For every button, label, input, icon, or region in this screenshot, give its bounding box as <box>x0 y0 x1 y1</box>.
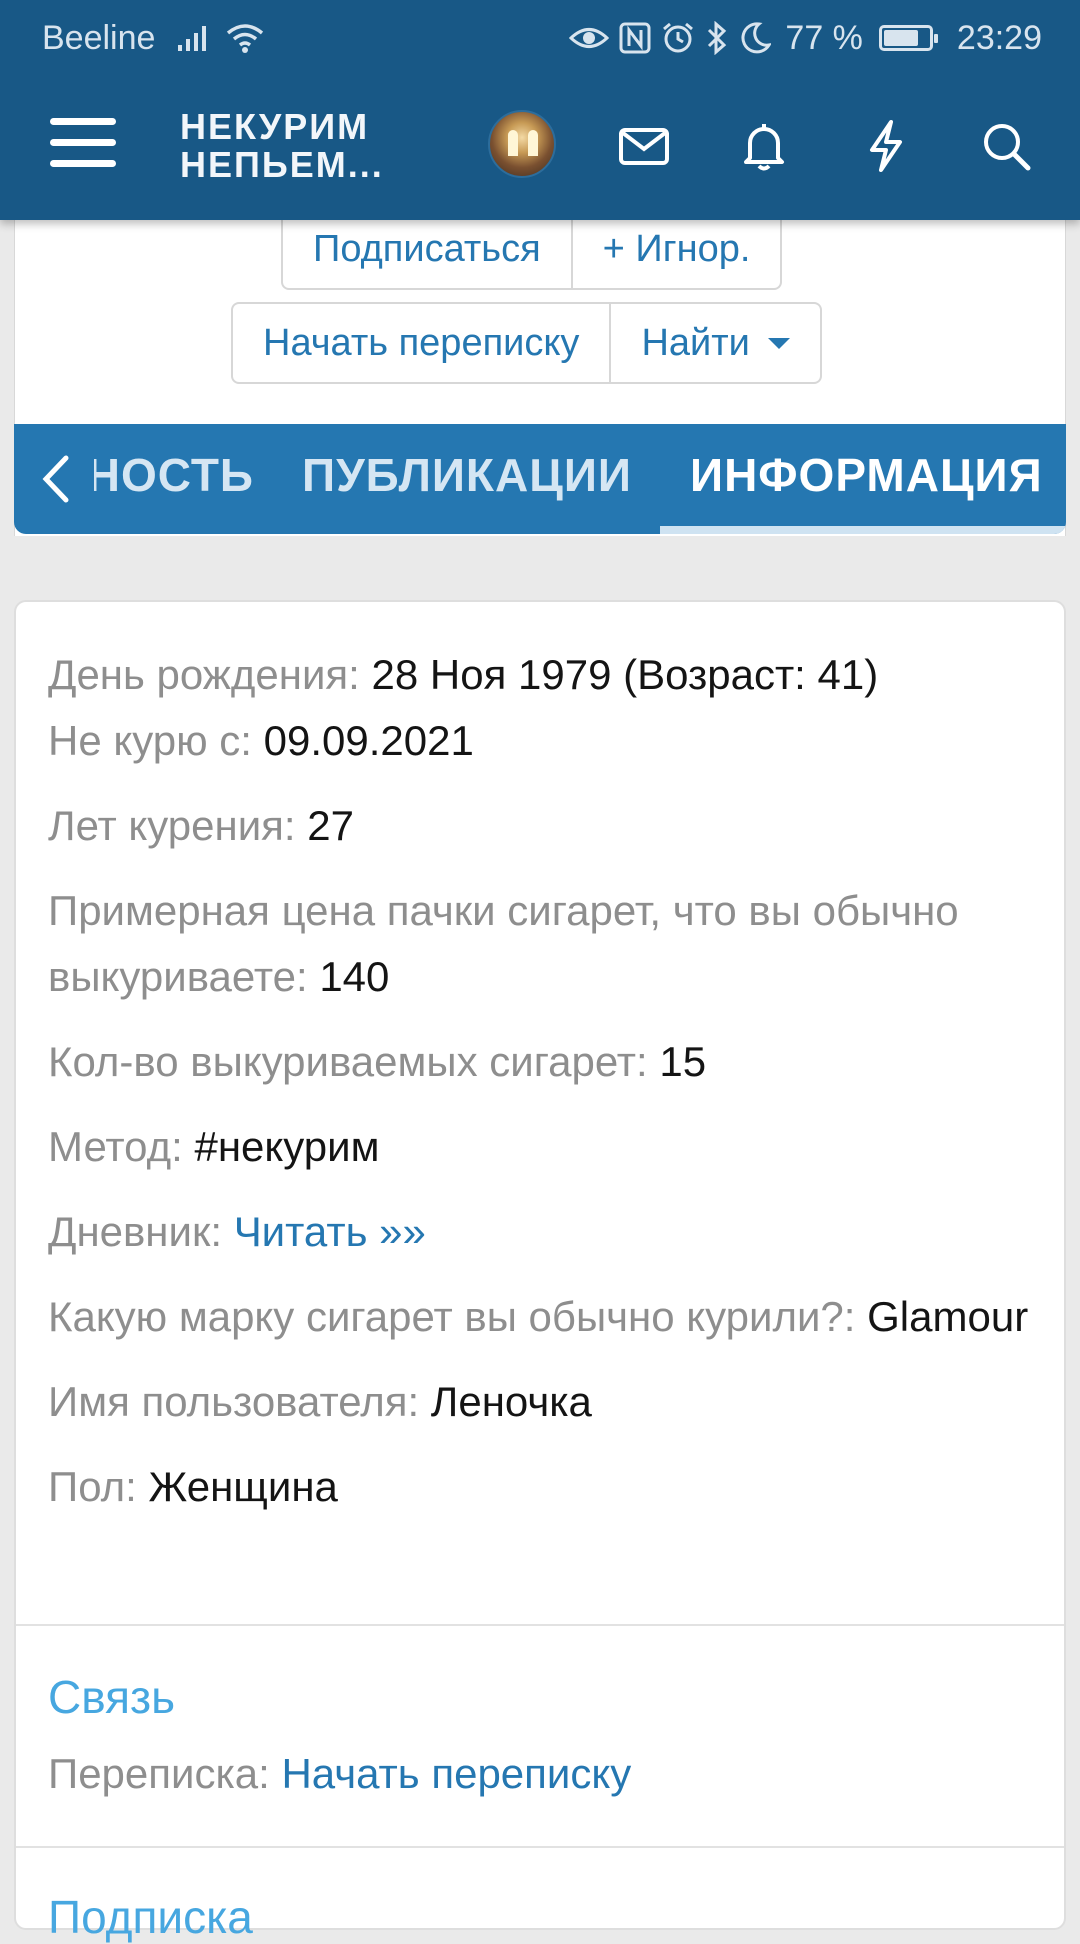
profile-fields: День рождения: 28 Ноя 1979 (Возраст: 41)… <box>48 642 1038 1539</box>
field-label: Имя пользователя: <box>48 1378 420 1425</box>
field-gender: Пол: Женщина <box>48 1454 1038 1520</box>
field-label: Пол: <box>48 1463 137 1510</box>
app-header: Beeline 77 % 23:29 НЕКУРИМ НЕПЬЕМ... <box>0 0 1080 220</box>
field-label: Дневник: <box>48 1208 223 1255</box>
chevron-left-icon[interactable] <box>34 454 80 504</box>
find-label: Найти <box>641 321 750 364</box>
field-value: #некурим <box>194 1123 380 1170</box>
field-label: День рождения: <box>48 651 360 698</box>
contact-conversation-row: Переписка: Начать переписку <box>48 1750 631 1798</box>
information-card: День рождения: 28 Ноя 1979 (Возраст: 41)… <box>14 600 1066 1943</box>
tab-information[interactable]: ИНФОРМАЦИЯ <box>690 448 1043 502</box>
active-tab-indicator <box>660 526 1066 534</box>
field-value: 140 <box>319 953 390 1000</box>
field-pack-price: Примерная цена пачки сигарет, что вы обы… <box>48 878 1038 1010</box>
field-not-smoking-since: Не курю с: 09.09.2021 <box>48 708 1038 774</box>
battery-icon <box>878 25 938 51</box>
field-value: 09.09.2021 <box>263 717 474 764</box>
section-divider <box>16 1624 1064 1626</box>
field-username: Имя пользователя: Леночка <box>48 1369 1038 1435</box>
diary-read-link[interactable]: Читать »» <box>234 1208 426 1255</box>
field-label: Не курю с: <box>48 717 252 764</box>
site-logo[interactable]: НЕКУРИМ НЕПЬЕМ... <box>180 108 384 184</box>
field-label: Кол-во выкуриваемых сигарет: <box>48 1038 648 1085</box>
lightning-icon[interactable] <box>858 118 914 174</box>
field-years-smoking: Лет курения: 27 <box>48 793 1038 859</box>
field-brand: Какую марку сигарет вы обычно курили?: G… <box>48 1284 1038 1350</box>
profile-actions-row-2: Начать переписку Найти <box>231 302 822 384</box>
field-value: 28 Ноя 1979 (Возраст: 41) <box>371 651 879 698</box>
caret-down-icon <box>767 337 790 349</box>
contact-label: Переписка: <box>48 1750 270 1797</box>
subscribe-button[interactable]: Подписаться <box>281 210 573 290</box>
profile-actions-row-1: Подписаться + Игнор. <box>281 210 783 290</box>
signal-icon <box>178 26 207 51</box>
find-dropdown-button[interactable]: Найти <box>611 302 822 384</box>
clock: 23:29 <box>956 18 1042 57</box>
bluetooth-icon <box>708 21 727 55</box>
field-label: Какую марку сигарет вы обычно курили?: <box>48 1293 856 1340</box>
field-value: 27 <box>307 802 354 849</box>
search-icon[interactable] <box>978 118 1034 174</box>
carrier-name: Beeline <box>42 18 156 57</box>
tab-publications[interactable]: ПУБЛИКАЦИИ <box>302 448 632 502</box>
ignore-button[interactable]: + Игнор. <box>572 210 783 290</box>
field-value: 15 <box>659 1038 707 1085</box>
field-label: Примерная цена пачки сигарет, что вы обы… <box>48 887 959 1000</box>
field-method: Метод: #некурим <box>48 1114 1038 1180</box>
battery-percent: 77 % <box>785 18 863 57</box>
moon-icon <box>741 22 772 54</box>
start-conversation-button[interactable]: Начать переписку <box>231 302 612 384</box>
start-conversation-link[interactable]: Начать переписку <box>281 1750 631 1797</box>
alarm-icon <box>663 22 694 53</box>
eye-icon <box>569 28 610 48</box>
section-divider <box>16 1846 1064 1848</box>
contact-section-title: Связь <box>48 1671 176 1723</box>
field-value: Женщина <box>148 1463 338 1510</box>
field-birthday: День рождения: 28 Ноя 1979 (Возраст: 41) <box>48 642 1038 708</box>
navigation-bar: НЕКУРИМ НЕПЬЕМ... <box>0 76 1080 220</box>
field-cigarettes-count: Кол-во выкуриваемых сигарет: 15 <box>48 1029 1038 1095</box>
mail-icon[interactable] <box>616 118 672 174</box>
menu-icon[interactable] <box>50 118 116 174</box>
profile-tabs: НОСТЬ ПУБЛИКАЦИИ ИНФОРМАЦИЯ <box>14 424 1066 534</box>
wifi-icon <box>227 24 264 53</box>
battery-fill <box>883 30 918 46</box>
nfc-icon <box>619 22 651 54</box>
logo-line-1: НЕКУРИМ <box>180 106 370 147</box>
field-label: Метод: <box>48 1123 183 1170</box>
subscription-section-title: Подписка <box>48 1891 253 1943</box>
status-bar: Beeline 77 % 23:29 <box>0 0 1080 76</box>
field-value: Glamour <box>867 1293 1029 1340</box>
avatar[interactable] <box>488 110 556 178</box>
field-diary: Дневник: Читать »» <box>48 1199 1038 1265</box>
bell-icon[interactable] <box>736 118 792 174</box>
logo-line-2: НЕПЬЕМ... <box>180 144 384 185</box>
field-label: Лет курения: <box>48 802 296 849</box>
tab-activity[interactable]: НОСТЬ <box>94 448 254 502</box>
field-value: Леночка <box>430 1378 592 1425</box>
